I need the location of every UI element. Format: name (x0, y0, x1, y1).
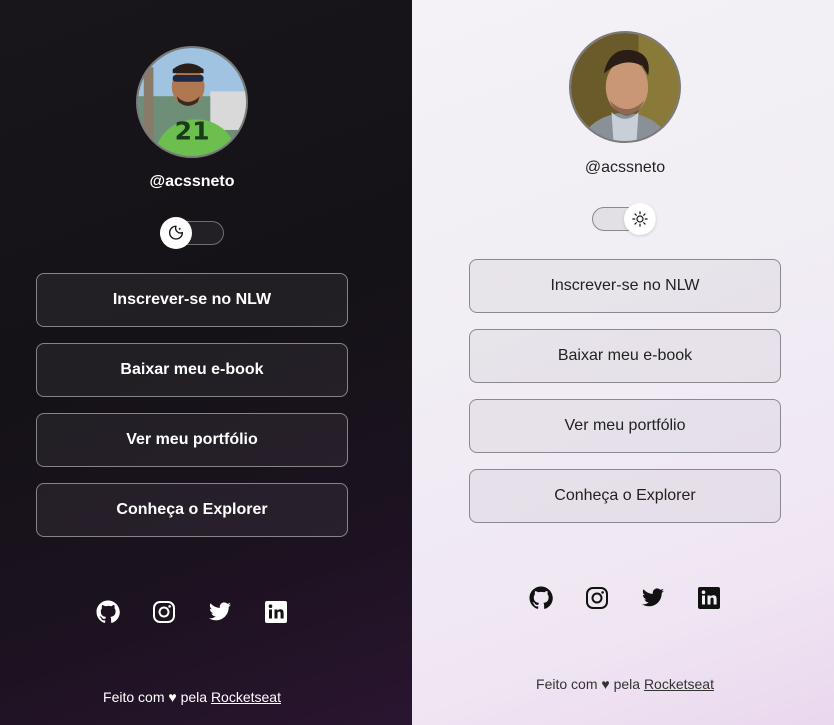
profile-avatar: 21 (136, 46, 248, 158)
links-list: Inscrever-se no NLW Baixar meu e-book Ve… (469, 259, 781, 539)
social-links (96, 600, 288, 624)
avatar-photo-light (571, 33, 679, 141)
linkedin-icon[interactable] (264, 600, 288, 624)
link-ver-portfolio[interactable]: Ver meu portfólio (469, 399, 781, 453)
rocketseat-link[interactable]: Rocketseat (644, 676, 714, 692)
github-icon[interactable] (96, 600, 120, 624)
svg-text:21: 21 (175, 117, 210, 146)
avatar-photo-dark: 21 (138, 48, 246, 156)
moon-icon (168, 225, 184, 240)
rocketseat-link[interactable]: Rocketseat (211, 689, 281, 705)
links-list: Inscrever-se no NLW Baixar meu e-book Ve… (36, 273, 348, 553)
sun-icon (632, 211, 648, 227)
heart-icon: ♥ (168, 689, 177, 705)
dark-theme-panel: 21 @acssneto Inscrever-se no NLW Baixar … (0, 0, 412, 725)
twitter-icon[interactable] (641, 586, 665, 610)
theme-toggle-knob[interactable] (624, 203, 656, 235)
theme-toggle-knob[interactable] (160, 217, 192, 249)
profile-handle: @acssneto (584, 159, 666, 176)
linkedin-icon[interactable] (697, 586, 721, 610)
instagram-icon[interactable] (152, 600, 176, 624)
link-inscrever-nlw[interactable]: Inscrever-se no NLW (36, 273, 348, 327)
link-baixar-ebook[interactable]: Baixar meu e-book (469, 329, 781, 383)
instagram-icon[interactable] (585, 586, 609, 610)
theme-toggle-switch[interactable] (160, 217, 224, 249)
twitter-icon[interactable] (208, 600, 232, 624)
github-icon[interactable] (529, 586, 553, 610)
footer-credit: Feito com ♥ pela Rocketseat (103, 689, 281, 705)
heart-icon: ♥ (601, 676, 610, 692)
link-baixar-ebook[interactable]: Baixar meu e-book (36, 343, 348, 397)
link-conheca-explorer[interactable]: Conheça o Explorer (36, 483, 348, 537)
theme-toggle-switch[interactable] (592, 203, 656, 235)
light-theme-panel: @acssneto Inscrever-se no NLW Baixar meu… (412, 0, 834, 725)
profile-avatar (569, 31, 681, 143)
link-inscrever-nlw[interactable]: Inscrever-se no NLW (469, 259, 781, 313)
link-ver-portfolio[interactable]: Ver meu portfólio (36, 413, 348, 467)
social-links (529, 586, 721, 610)
profile-handle: @acssneto (149, 173, 235, 190)
footer-credit: Feito com ♥ pela Rocketseat (536, 676, 714, 692)
link-conheca-explorer[interactable]: Conheça o Explorer (469, 469, 781, 523)
